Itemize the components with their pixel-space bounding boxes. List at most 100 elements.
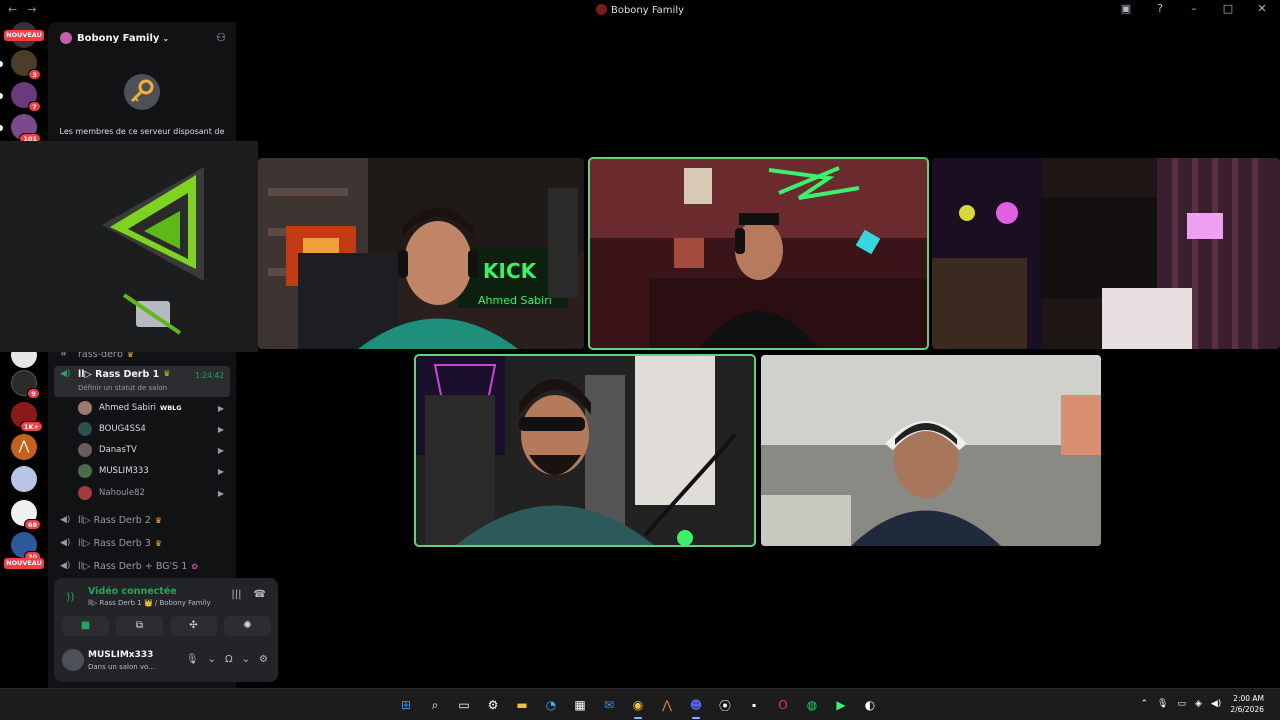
search-icon[interactable]: ⌕: [424, 694, 446, 716]
voice-channel[interactable]: ◀) ll▷ Rass Derb 3 ♛: [54, 533, 230, 553]
server-icon[interactable]: 68: [11, 500, 41, 530]
voice-status-sub[interactable]: ll▷ Rass Derb 1 👑 / Bobony Family: [88, 599, 211, 607]
app-icon[interactable]: ◐: [859, 694, 881, 716]
chevron-down-icon[interactable]: ⌄: [208, 654, 216, 665]
disconnect-icon[interactable]: ☎: [254, 589, 266, 600]
mention-badge: 3: [28, 69, 41, 80]
network-icon[interactable]: ◈: [1195, 699, 1202, 709]
user-panel: MUSLIMx333 Dans un salon vo... 🎙 ⌄ Ω ⌄ ⚙: [60, 646, 272, 676]
discord-window: ← → Bobony Family ▣ ? – □ ✕ NOUVEAU 3 7 …: [0, 0, 1280, 720]
server-icon[interactable]: 1K+: [11, 402, 43, 432]
voice-status-title: Vidéo connectée: [88, 586, 177, 597]
settings-icon[interactable]: ⚙: [482, 694, 504, 716]
headphones-icon[interactable]: Ω: [225, 654, 233, 665]
video-frame: [415, 355, 755, 546]
pip-overlay[interactable]: [0, 141, 258, 352]
steam-icon[interactable]: ⦿: [714, 694, 736, 716]
maximize-icon[interactable]: □: [1220, 2, 1236, 15]
edge-icon[interactable]: ◔: [540, 694, 562, 716]
mail-icon[interactable]: ✉: [598, 694, 620, 716]
signal-icon[interactable]: )): [66, 590, 75, 603]
avatar: [78, 401, 92, 415]
server-icon[interactable]: ⋀: [11, 434, 37, 460]
video-tile-ahmed-sabiri[interactable]: KICK Ahmed Sabiri: [258, 158, 584, 349]
camera-icon: ▶: [217, 424, 224, 434]
voice-member[interactable]: Nahoule82 ▶: [78, 483, 228, 503]
member-name: BOUG4SS4: [99, 424, 146, 434]
speaker-icon: ◀): [60, 561, 71, 571]
user-status: Dans un salon vo...: [88, 663, 155, 671]
window-controls: ▣ ? – □ ✕: [1118, 2, 1270, 15]
user-controls: 🎙 ⌄ Ω ⌄ ⚙: [186, 654, 268, 665]
clock-time: 2:00 AM: [1233, 694, 1264, 703]
window-title-text: Bobony Family: [610, 5, 685, 16]
voice-member[interactable]: Ahmed Sabiri WBLG ▶: [78, 398, 228, 418]
voice-member[interactable]: BOUG4SS4 ▶: [78, 419, 228, 439]
server-header[interactable]: Bobony Family ⌄ ⚇: [48, 22, 236, 54]
username[interactable]: MUSLIMx333: [88, 650, 153, 660]
opera-icon[interactable]: O: [772, 694, 794, 716]
server-icon[interactable]: 101: [11, 114, 41, 144]
activities-button[interactable]: ✣: [170, 616, 217, 636]
discord-icon[interactable]: ☻: [685, 694, 707, 719]
video-tile-right[interactable]: [932, 158, 1280, 349]
kick-icon[interactable]: ▶: [830, 694, 852, 716]
server-rail: NOUVEAU 3 7 101 9 1K+ ⋀ 68 20 NOUVEAU: [0, 22, 48, 688]
voice-member[interactable]: MUSLIM333 ▶: [78, 461, 228, 481]
display-icon[interactable]: ▭: [1177, 699, 1186, 709]
minimize-icon[interactable]: –: [1186, 2, 1202, 15]
microphone-icon[interactable]: 🎙: [186, 654, 199, 665]
chevron-down-icon: ⌄: [162, 33, 170, 43]
file-explorer-icon[interactable]: ▬: [511, 694, 533, 716]
help-icon[interactable]: ?: [1152, 2, 1168, 15]
server-icon[interactable]: 7: [11, 82, 41, 112]
voice-connected-panel: )) Vidéo connectée ll▷ Rass Derb 1 👑 / B…: [54, 578, 278, 682]
microphone-icon[interactable]: 🎙: [1157, 699, 1168, 709]
server-icon[interactable]: 9: [11, 370, 40, 399]
app-icon[interactable]: ⋀: [656, 694, 678, 716]
member-name: Ahmed Sabiri: [99, 403, 157, 413]
camera-icon: ▶: [217, 445, 224, 455]
server-icon[interactable]: 20: [11, 532, 41, 562]
app-icon[interactable]: ▪: [743, 694, 765, 716]
avatar[interactable]: [62, 649, 84, 671]
spotify-icon[interactable]: ◍: [801, 694, 823, 716]
voice-channel[interactable]: ◀) ll▷ Rass Derb + BG'S 1 ✿: [54, 556, 230, 576]
speaker-icon: ◀): [60, 515, 71, 525]
volume-icon[interactable]: ◀): [1211, 699, 1221, 709]
clock[interactable]: 2:00 AM 2/6/2026: [1230, 693, 1264, 715]
channel-status[interactable]: Définir un statut de salon: [78, 384, 167, 392]
member-name: DanasTV: [99, 445, 137, 455]
camera-button[interactable]: ■: [62, 616, 109, 636]
voice-member[interactable]: DanasTV ▶: [78, 440, 228, 460]
server-name: Bobony Family: [77, 32, 160, 44]
video-tile-center[interactable]: [588, 157, 929, 350]
crown-icon: ♛: [154, 538, 163, 548]
add-member-icon[interactable]: ⚇: [216, 31, 226, 44]
taskbar-apps: ⊞ ⌕ ▭ ⚙ ▬ ◔ ▦ ✉ ◉ ⋀ ☻ ⦿ ▪ O ◍ ▶ ◐: [395, 694, 881, 719]
settings-gear-icon[interactable]: ⚙: [259, 654, 268, 665]
screen-share-button[interactable]: ⧉: [116, 616, 163, 636]
soundboard-button[interactable]: ✺: [224, 616, 271, 636]
start-menu-icon[interactable]: ⊞: [395, 694, 417, 716]
unread-pip: [0, 125, 3, 131]
member-tag: WBLG: [160, 404, 182, 412]
voice-channel-active[interactable]: ◀) ll▷ Rass Derb 1 ♛ 1:24:42 Définir un …: [54, 366, 230, 397]
video-tile-bottom-right[interactable]: [761, 355, 1101, 546]
server-icon[interactable]: [11, 466, 37, 492]
crown-icon: ♛: [163, 369, 171, 378]
inbox-icon[interactable]: ▣: [1118, 2, 1134, 15]
window-title: Bobony Family: [0, 4, 1280, 16]
chrome-icon[interactable]: ◉: [627, 694, 649, 719]
video-tile-bottom-left[interactable]: [414, 354, 756, 547]
voice-buttons: ■ ⧉ ✣ ✺: [62, 616, 271, 636]
task-view-icon[interactable]: ▭: [453, 694, 475, 716]
voice-channel[interactable]: ◀) ll▷ Rass Derb 2 ♛: [54, 510, 230, 530]
os-taskbar: ⊞ ⌕ ▭ ⚙ ▬ ◔ ▦ ✉ ◉ ⋀ ☻ ⦿ ▪ O ◍ ▶ ◐ ⌃ 🎙 ▭ …: [0, 688, 1280, 720]
chevron-up-icon[interactable]: ⌃: [1140, 699, 1148, 709]
chevron-down-icon[interactable]: ⌄: [242, 654, 250, 665]
close-icon[interactable]: ✕: [1254, 2, 1270, 15]
server-icon[interactable]: 3: [11, 50, 41, 80]
noise-suppression-icon[interactable]: |||: [231, 589, 241, 600]
store-icon[interactable]: ▦: [569, 694, 591, 716]
